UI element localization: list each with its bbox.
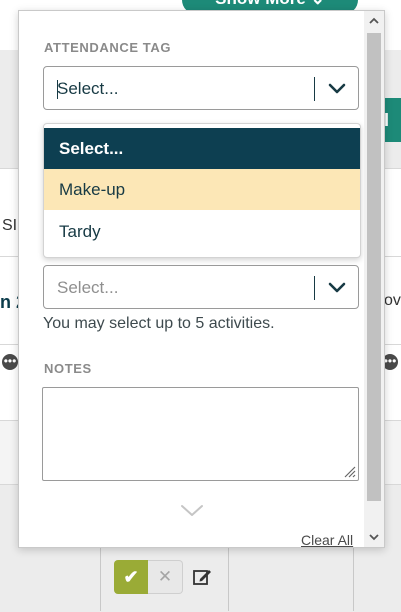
edit-note-icon [193,570,211,585]
option-select[interactable]: Select... [44,128,360,169]
check-icon: ✔ [123,566,139,587]
attendance-actions: ✔ ✕ [114,560,213,594]
column-divider [353,548,354,611]
activities-helper-text: You may select up to 5 activities. [43,315,275,332]
background-teal-button[interactable]: I F [384,98,401,142]
resize-grip-icon[interactable] [342,464,356,478]
column-divider [100,548,101,611]
close-icon: ✕ [157,567,173,586]
scroll-down-icon[interactable] [364,527,384,547]
chevron-down-icon[interactable] [326,279,348,297]
notes-label: NOTES [44,361,92,376]
activities-select[interactable]: Select... [43,265,359,309]
chevron-down-icon[interactable] [326,80,348,98]
select-separator [314,77,315,101]
option-make-up[interactable]: Make-up [44,169,360,210]
attendance-tag-dropdown: Select... Make-up Tardy [43,123,361,258]
reject-button[interactable]: ✕ [148,560,183,594]
column-divider [228,548,229,611]
notes-textarea[interactable] [42,387,359,481]
attendance-tag-value: Select... [57,79,119,98]
scrollbar-thumb[interactable] [367,33,381,501]
scroll-up-icon[interactable] [364,11,384,31]
ellipsis-icon[interactable]: ••• [2,354,18,370]
edit-note-button[interactable] [191,566,213,588]
teal-button-fragment: I F [384,110,390,130]
chevron-down-icon[interactable] [179,503,205,519]
accept-button[interactable]: ✔ [114,560,148,594]
attendance-tag-label: ATTENDANCE TAG [44,40,172,55]
row-text-fragment: SI [2,217,18,234]
select-separator [314,276,315,300]
show-more-label: Show More [215,0,306,8]
panel-scrollbar[interactable] [364,11,384,547]
activities-placeholder: Select... [57,278,119,297]
attendance-edit-popover: ATTENDANCE TAG Select... Select... Make-… [18,10,385,548]
clear-all-link[interactable]: Clear All [301,532,353,547]
attendance-tag-select[interactable]: Select... [43,66,359,110]
row-text-fragment: ov [384,292,401,309]
option-tardy[interactable]: Tardy [44,210,360,254]
